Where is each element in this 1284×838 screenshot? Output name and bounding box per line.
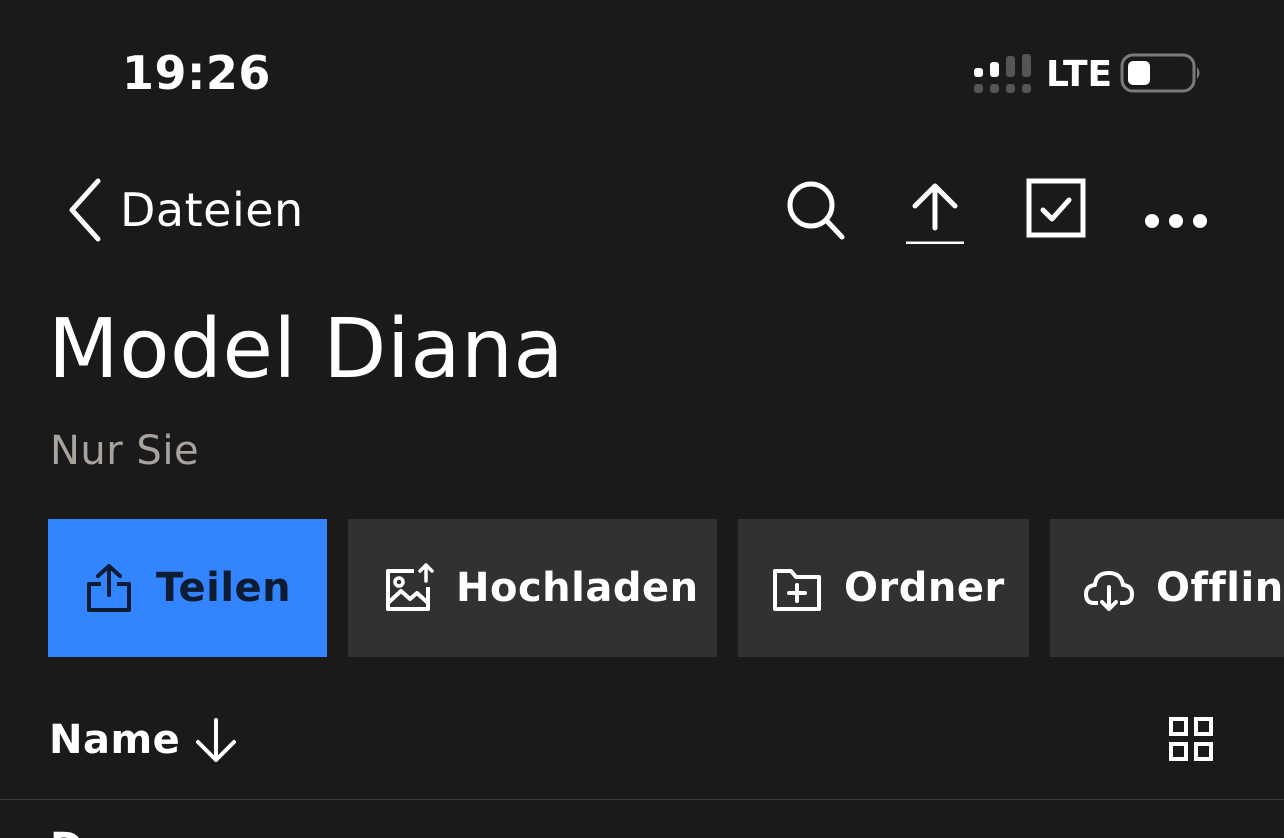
offline-button[interactable]: Offline — [1050, 519, 1284, 657]
page-title: Model Diana — [48, 302, 565, 397]
share-icon — [87, 564, 131, 612]
new-folder-label: Ordner — [844, 565, 1005, 611]
back-button[interactable]: Dateien — [64, 170, 304, 250]
arrow-down-icon — [196, 718, 237, 762]
back-label: Dateien — [120, 183, 304, 237]
upload-icon[interactable] — [900, 174, 970, 244]
status-time: 19:26 — [122, 46, 271, 100]
more-icon[interactable] — [1141, 174, 1211, 244]
sort-button[interactable]: Name — [49, 712, 240, 768]
navigation-bar: Dateien — [0, 160, 1284, 260]
list-item-name: D — [50, 825, 83, 838]
grid-view-icon[interactable] — [1166, 714, 1216, 764]
share-button[interactable]: Teilen — [48, 519, 327, 657]
sort-label: Name — [49, 717, 181, 763]
new-folder-button[interactable]: Ordner — [738, 519, 1029, 657]
photo-upload-icon — [386, 563, 434, 611]
cloud-download-icon — [1084, 571, 1134, 611]
checkbox-icon[interactable] — [1021, 174, 1091, 244]
network-type: LTE — [1046, 54, 1113, 95]
status-bar: 19:26 LTE — [0, 0, 1284, 140]
chevron-left-icon — [69, 178, 101, 242]
battery-icon — [1120, 53, 1200, 93]
sharing-status: Nur Sie — [50, 428, 200, 474]
signal-icon — [974, 54, 1031, 93]
share-label: Teilen — [156, 565, 292, 611]
upload-photo-label: Hochladen — [456, 565, 699, 611]
list-item[interactable]: D — [0, 801, 1284, 838]
folder-add-icon — [773, 569, 821, 611]
list-header: Name — [0, 700, 1284, 800]
offline-label: Offline — [1156, 565, 1284, 611]
action-bar: Teilen Hochladen Ordner Offline — [48, 519, 1284, 657]
search-icon[interactable] — [780, 174, 850, 244]
upload-photo-button[interactable]: Hochladen — [348, 519, 717, 657]
